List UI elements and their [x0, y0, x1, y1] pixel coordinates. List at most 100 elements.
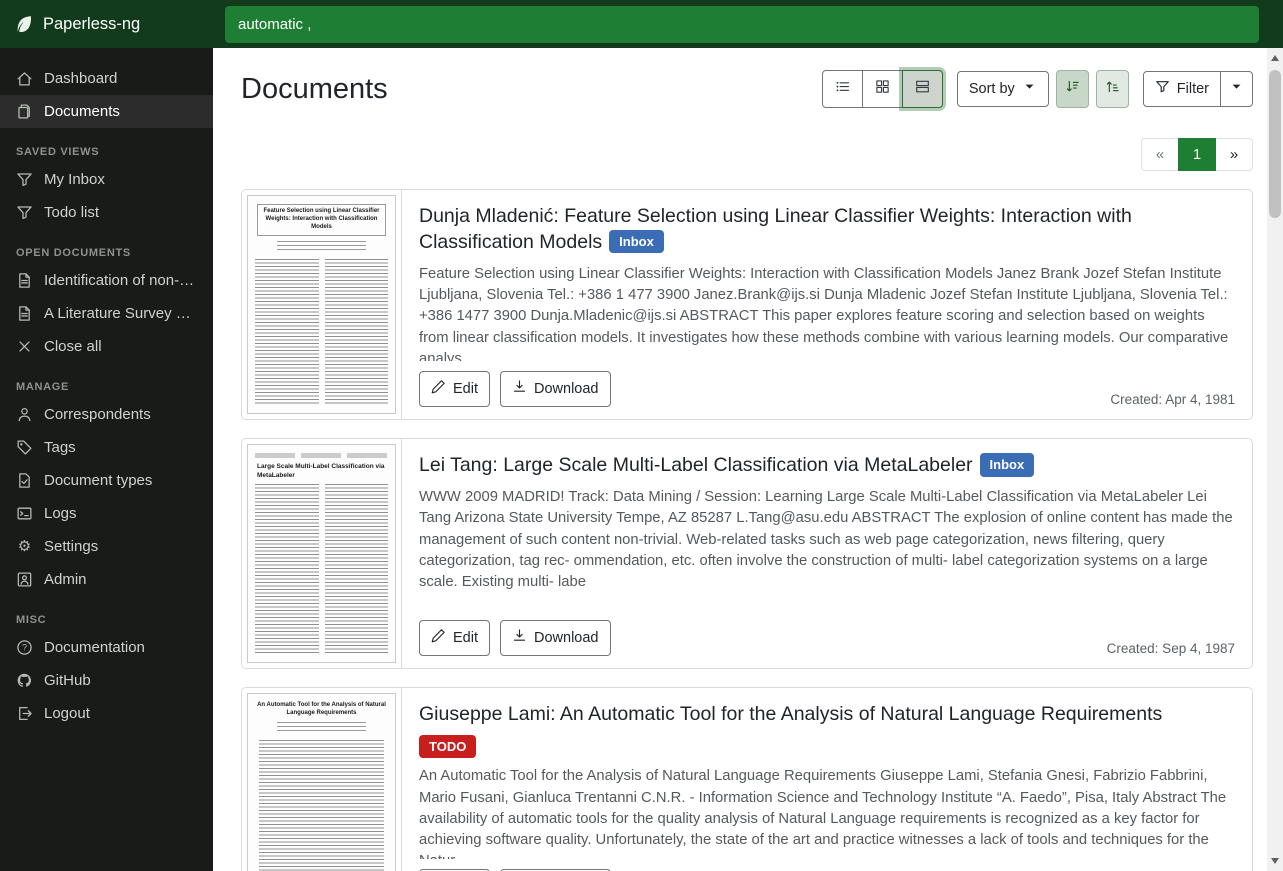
- document-card: Feature Selection using Linear Classifie…: [241, 189, 1253, 420]
- triangle-up-icon: [1271, 55, 1279, 61]
- paper-text-column: [325, 259, 389, 406]
- paper-text-column: [255, 484, 319, 654]
- document-excerpt: WWW 2009 MADRID! Track: Data Mining / Se…: [419, 487, 1235, 610]
- sidebar-item-dashboard[interactable]: Dashboard: [0, 62, 213, 95]
- edit-button[interactable]: Edit: [419, 620, 490, 656]
- search-zone: [213, 0, 1283, 48]
- documents-toolbar: Sort by Filter: [822, 70, 1253, 108]
- filter-icon: [16, 171, 33, 188]
- sort-controls: Sort by: [957, 70, 1129, 108]
- sidebar-close-all[interactable]: Close all: [0, 330, 213, 363]
- paper-preview: Feature Selection using Linear Classifie…: [247, 195, 396, 414]
- caret-down-icon: [1229, 79, 1244, 99]
- paper-text-column: [255, 259, 319, 406]
- scroll-down-arrow[interactable]: [1267, 853, 1283, 869]
- filter-dropdown-toggle[interactable]: [1220, 71, 1253, 107]
- paper-authors-lines: [277, 722, 366, 734]
- app-brand[interactable]: Paperless-ng: [0, 0, 213, 48]
- sidebar-item-github[interactable]: GitHub: [0, 664, 213, 697]
- grid-view-button[interactable]: [862, 70, 903, 108]
- sidebar-item-my-inbox[interactable]: My Inbox: [0, 163, 213, 196]
- main-content: Documents Sort by: [213, 48, 1267, 871]
- document-card-body: Giuseppe Lami: An Automatic Tool for the…: [402, 688, 1252, 871]
- sidebar-item-documentation[interactable]: ? Documentation: [0, 631, 213, 664]
- document-card: An Automatic Tool for the Analysis of Na…: [241, 687, 1253, 871]
- tag-badge-inbox[interactable]: Inbox: [609, 230, 664, 253]
- sidebar-item-correspondents[interactable]: Correspondents: [0, 398, 213, 431]
- document-actions: Edit Download: [419, 620, 611, 656]
- funnel-icon: [1155, 79, 1170, 99]
- page-header: Documents Sort by: [241, 70, 1253, 108]
- tag-icon: [16, 439, 33, 456]
- details-view-button[interactable]: [902, 70, 943, 108]
- document-card-body: Lei Tang: Large Scale Multi-Label Classi…: [402, 439, 1252, 668]
- document-excerpt: An Automatic Tool for the Analysis of Na…: [419, 766, 1235, 859]
- question-circle-icon: ?: [16, 639, 33, 656]
- github-icon: [16, 672, 33, 689]
- gear-icon: ⚙: [16, 538, 33, 555]
- sidebar-item-admin[interactable]: Admin: [0, 563, 213, 596]
- triangle-down-icon: [1271, 858, 1279, 864]
- file-icon: [16, 272, 33, 289]
- paper-text-column: [259, 740, 384, 871]
- tag-badge-todo[interactable]: TODO: [419, 735, 476, 758]
- app-title: Paperless-ng: [43, 15, 140, 34]
- created-date: Created: Apr 4, 1981: [1110, 392, 1235, 407]
- document-thumbnail[interactable]: Large Scale Multi-Label Classification v…: [242, 439, 402, 668]
- vertical-scrollbar[interactable]: [1267, 48, 1283, 871]
- download-button[interactable]: Download: [500, 620, 611, 656]
- document-excerpt: Feature Selection using Linear Classifie…: [419, 264, 1235, 361]
- sort-alphabetical-button[interactable]: [1096, 70, 1129, 108]
- sort-amount-down-icon: [1065, 79, 1080, 99]
- sidebar-open-doc-2[interactable]: A Literature Survey on …: [0, 297, 213, 330]
- sidebar-item-document-types[interactable]: Document types: [0, 464, 213, 497]
- scroll-up-arrow[interactable]: [1267, 50, 1283, 66]
- document-title-link[interactable]: Giuseppe Lami: An Automatic Tool for the…: [419, 703, 1162, 725]
- pagination-row: « 1 »: [241, 138, 1253, 171]
- download-icon: [512, 628, 527, 648]
- document-title-link[interactable]: Dunja Mladenić: Feature Selection using …: [419, 205, 1132, 253]
- sidebar-item-documents[interactable]: Documents: [0, 95, 213, 128]
- scrollbar-thumb[interactable]: [1269, 70, 1281, 218]
- sort-alpha-icon: [1105, 79, 1120, 99]
- svg-text:?: ?: [22, 643, 27, 653]
- paper-preview: Large Scale Multi-Label Classification v…: [247, 444, 396, 663]
- document-thumbnail[interactable]: Feature Selection using Linear Classifie…: [242, 190, 402, 419]
- sidebar-item-logout[interactable]: Logout: [0, 697, 213, 730]
- sidebar-item-logs[interactable]: Logs: [0, 497, 213, 530]
- sort-descending-button[interactable]: [1056, 70, 1089, 108]
- sidebar-item-todo-list[interactable]: Todo list: [0, 196, 213, 229]
- dashboard-icon: [16, 70, 33, 87]
- download-button[interactable]: Download: [500, 371, 611, 407]
- document-card: Large Scale Multi-Label Classification v…: [241, 438, 1253, 669]
- sidebar-open-doc-1[interactable]: Identification of non-fu…: [0, 264, 213, 297]
- list-view-button[interactable]: [822, 70, 863, 108]
- grid-view-icon: [875, 79, 890, 99]
- paper-header-line: [255, 453, 388, 458]
- pagination: « 1 »: [1141, 138, 1253, 171]
- document-thumbnail[interactable]: An Automatic Tool for the Analysis of Na…: [242, 688, 402, 871]
- pagination-page-1-button[interactable]: 1: [1178, 138, 1216, 171]
- document-title-link[interactable]: Lei Tang: Large Scale Multi-Label Classi…: [419, 454, 973, 476]
- pencil-icon: [431, 628, 446, 648]
- top-navbar: Paperless-ng: [0, 0, 1283, 48]
- list-view-icon: [835, 79, 850, 99]
- edit-button[interactable]: Edit: [419, 371, 490, 407]
- manage-heading: MANAGE: [16, 381, 197, 393]
- paper-text-column: [325, 484, 389, 654]
- filter-button[interactable]: Filter: [1143, 71, 1221, 107]
- global-search-input[interactable]: [225, 6, 1259, 43]
- document-title: Lei Tang: Large Scale Multi-Label Classi…: [419, 453, 1235, 479]
- pagination-next-button[interactable]: »: [1215, 138, 1253, 171]
- sort-by-button[interactable]: Sort by: [957, 71, 1049, 107]
- person-badge-icon: [16, 571, 33, 588]
- document-title: Giuseppe Lami: An Automatic Tool for the…: [419, 702, 1235, 758]
- tag-badge-inbox[interactable]: Inbox: [980, 453, 1035, 476]
- document-actions: Edit Download: [419, 371, 611, 407]
- document-card-footer: Edit Download Created: Sep 4, 1987: [419, 620, 1235, 656]
- pagination-previous-button[interactable]: «: [1141, 138, 1179, 171]
- sidebar-item-tags[interactable]: Tags: [0, 431, 213, 464]
- sidebar-item-settings[interactable]: ⚙ Settings: [0, 530, 213, 563]
- open-documents-heading: OPEN DOCUMENTS: [16, 247, 197, 259]
- saved-views-heading: SAVED VIEWS: [16, 146, 197, 158]
